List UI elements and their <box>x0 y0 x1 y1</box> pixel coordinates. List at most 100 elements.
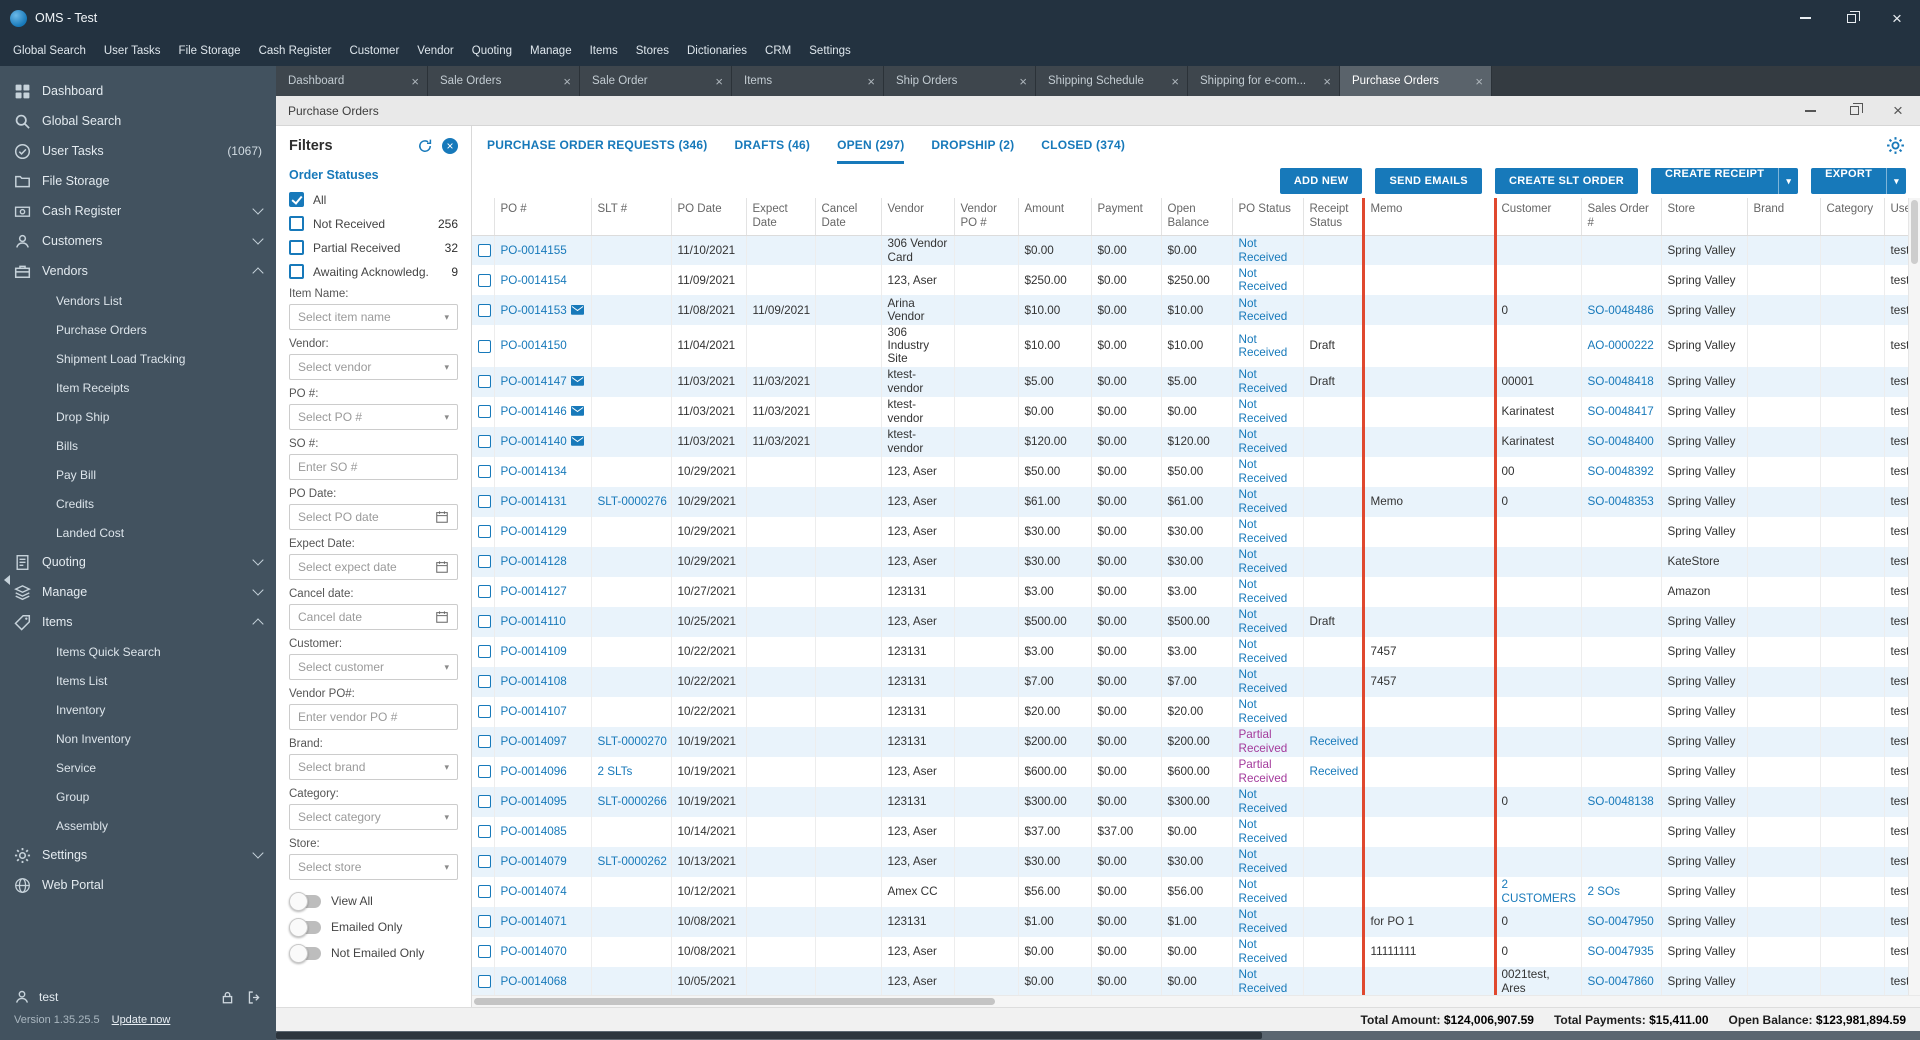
column-header-payment[interactable]: Payment <box>1091 198 1162 236</box>
column-header-receipt-status[interactable]: Receipt Status <box>1303 198 1365 236</box>
menu-item-vendor[interactable]: Vendor <box>408 40 462 62</box>
doc-tab-shipping-for-e-com[interactable]: Shipping for e-com... × <box>1188 66 1340 96</box>
menu-item-customer[interactable]: Customer <box>340 40 408 62</box>
sidebar-item-items[interactable]: Items <box>0 607 276 637</box>
sidebar-item-user-tasks[interactable]: User Tasks (1067) <box>0 136 276 166</box>
po-link[interactable]: PO-0014108 <box>501 675 567 688</box>
panel-close-button[interactable] <box>1876 96 1920 125</box>
panel-minimize-button[interactable] <box>1788 96 1832 125</box>
slt-link[interactable]: SLT-0000270 <box>598 735 667 748</box>
column-header-po-date[interactable]: PO Date <box>671 198 747 236</box>
row-checkbox[interactable] <box>478 615 491 629</box>
update-now-link[interactable]: Update now <box>112 1014 171 1026</box>
sidebar-subitem-assembly[interactable]: Assembly <box>0 811 276 840</box>
view-tab-dropship-2[interactable]: DROPSHIP (2) <box>931 126 1014 164</box>
sidebar-subitem-group[interactable]: Group <box>0 782 276 811</box>
toggle-switch[interactable] <box>289 891 321 911</box>
row-checkbox[interactable] <box>478 645 491 659</box>
order-status-option-awaiting-acknowledg[interactable]: Awaiting Acknowledg. 9 <box>289 264 458 279</box>
order-status-option-all[interactable]: All <box>289 192 458 207</box>
sidebar-subitem-shipment-load-tracking[interactable]: Shipment Load Tracking <box>0 344 276 373</box>
column-header-cancel-date[interactable]: Cancel Date <box>815 198 882 236</box>
order-status-option-partial-received[interactable]: Partial Received 32 <box>289 240 458 255</box>
sidebar-subitem-pay-bill[interactable]: Pay Bill <box>0 460 276 489</box>
sidebar-subitem-credits[interactable]: Credits <box>0 489 276 518</box>
po-link[interactable]: PO-0014085 <box>501 825 567 838</box>
po-link[interactable]: PO-0014096 <box>501 765 567 778</box>
menu-item-user-tasks[interactable]: User Tasks <box>95 40 170 62</box>
menu-item-manage[interactable]: Manage <box>521 40 581 62</box>
column-header-po[interactable]: PO # <box>494 198 592 236</box>
view-tab-drafts-46[interactable]: DRAFTS (46) <box>735 126 811 164</box>
column-header-po-status[interactable]: PO Status <box>1232 198 1304 236</box>
sidebar-item-settings[interactable]: Settings <box>0 840 276 870</box>
tab-close-icon[interactable]: × <box>715 74 723 89</box>
slt-link[interactable]: SLT-0000262 <box>598 855 667 868</box>
menu-item-stores[interactable]: Stores <box>627 40 678 62</box>
row-checkbox[interactable] <box>478 765 491 779</box>
checkbox-checked-icon[interactable] <box>289 192 304 207</box>
po-link[interactable]: PO-0014110 <box>501 615 566 628</box>
po-link[interactable]: PO-0014153 <box>501 304 567 317</box>
view-tab-closed-374[interactable]: CLOSED (374) <box>1041 126 1125 164</box>
column-header-amount[interactable]: Amount <box>1018 198 1092 236</box>
doc-tab-shipping-schedule[interactable]: Shipping Schedule × <box>1036 66 1188 96</box>
toggle-switch[interactable] <box>289 917 321 937</box>
row-checkbox[interactable] <box>478 244 491 258</box>
column-header-brand[interactable]: Brand <box>1747 198 1821 236</box>
po-link[interactable]: PO-0014097 <box>501 735 567 748</box>
row-checkbox[interactable] <box>478 435 491 449</box>
sales-order-link[interactable]: SO-0047950 <box>1588 915 1654 928</box>
po-link[interactable]: PO-0014107 <box>501 705 567 718</box>
menu-item-global-search[interactable]: Global Search <box>4 40 95 62</box>
create-receipt-button[interactable]: CREATE RECEIPT <box>1650 168 1779 194</box>
menu-item-crm[interactable]: CRM <box>756 40 800 62</box>
po-select[interactable]: Select PO # ▾ <box>289 404 458 430</box>
tab-close-icon[interactable]: × <box>1475 74 1483 89</box>
slt-link[interactable]: SLT-0000276 <box>598 495 667 508</box>
column-header-user[interactable]: User <box>1884 198 1908 236</box>
export-dropdown-button[interactable]: ▾ <box>1886 168 1906 194</box>
doc-tab-purchase-orders[interactable]: Purchase Orders × <box>1340 66 1492 96</box>
sidebar-subitem-bills[interactable]: Bills <box>0 431 276 460</box>
row-checkbox[interactable] <box>478 795 491 809</box>
doc-tab-items[interactable]: Items × <box>732 66 884 96</box>
send-emails-button[interactable]: SEND EMAILS <box>1375 168 1482 194</box>
po-link[interactable]: PO-0014131 <box>501 495 567 508</box>
row-checkbox[interactable] <box>478 945 491 959</box>
grid-horizontal-scrollbar-thumb[interactable] <box>474 998 996 1005</box>
po-link[interactable]: PO-0014079 <box>501 855 567 868</box>
row-checkbox[interactable] <box>478 675 491 689</box>
vendor-po-input[interactable] <box>289 704 458 730</box>
po-link[interactable]: PO-0014140 <box>501 435 567 448</box>
po-link[interactable]: PO-0014147 <box>501 375 567 388</box>
sidebar-item-global-search[interactable]: Global Search <box>0 106 276 136</box>
tab-close-icon[interactable]: × <box>1171 74 1179 89</box>
column-header-slt[interactable]: SLT # <box>591 198 672 236</box>
row-checkbox[interactable] <box>478 375 491 389</box>
row-checkbox[interactable] <box>478 555 491 569</box>
tab-close-icon[interactable]: × <box>563 74 571 89</box>
view-tab-purchase-order-requests-346[interactable]: PURCHASE ORDER REQUESTS (346) <box>487 126 708 164</box>
refresh-filters-icon[interactable] <box>417 138 433 154</box>
sales-order-link[interactable]: 2 SOs <box>1588 885 1620 898</box>
app-horizontal-scrollbar-thumb[interactable] <box>276 1032 1263 1039</box>
close-button[interactable] <box>1874 0 1920 36</box>
doc-tab-dashboard[interactable]: Dashboard × <box>276 66 428 96</box>
column-header-expect-date[interactable]: Expect Date <box>746 198 816 236</box>
sidebar-subitem-service[interactable]: Service <box>0 753 276 782</box>
category-select[interactable]: Select category ▾ <box>289 804 458 830</box>
column-header-open-balance[interactable]: Open Balance <box>1161 198 1233 236</box>
slt-link[interactable]: SLT-0000266 <box>598 795 667 808</box>
checkbox-unchecked-icon[interactable] <box>289 264 304 279</box>
menu-item-settings[interactable]: Settings <box>800 40 860 62</box>
row-checkbox[interactable] <box>478 465 491 479</box>
sales-order-link[interactable]: SO-0048418 <box>1588 375 1654 388</box>
doc-tab-ship-orders[interactable]: Ship Orders × <box>884 66 1036 96</box>
sidebar-subitem-landed-cost[interactable]: Landed Cost <box>0 518 276 547</box>
sales-order-link[interactable]: AO-0000222 <box>1588 339 1654 352</box>
sidebar-collapse-handle[interactable] <box>1 571 13 589</box>
po-link[interactable]: PO-0014155 <box>501 244 567 257</box>
customer-link[interactable]: 2 CUSTOMERS <box>1502 878 1576 904</box>
po-link[interactable]: PO-0014134 <box>501 465 567 478</box>
